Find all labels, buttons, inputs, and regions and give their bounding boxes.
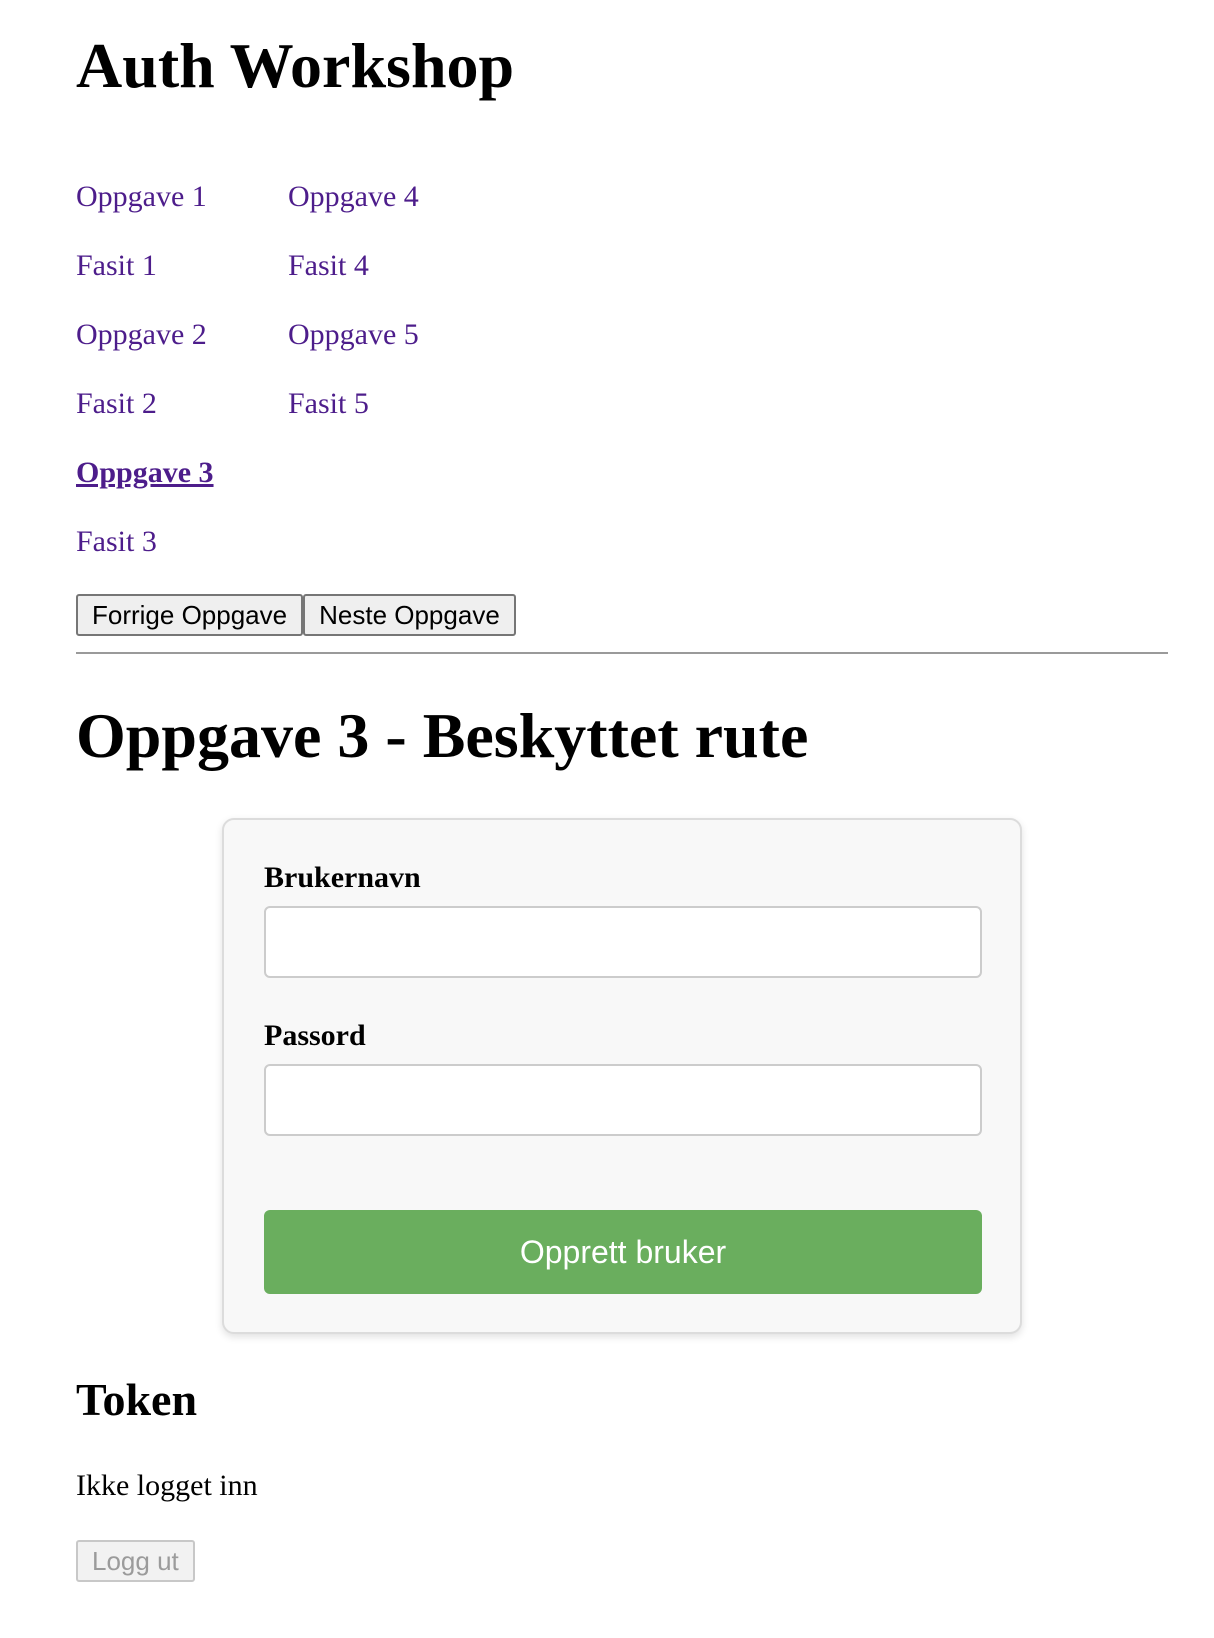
task-navigation: Oppgave 1 Fasit 1 Oppgave 2 Fasit 2 Oppg… [76, 174, 536, 574]
nav-link-oppgave-2[interactable]: Oppgave 2 [76, 312, 214, 381]
task-title: Oppgave 3 - Beskyttet rute [76, 700, 809, 771]
password-label: Passord [264, 1019, 366, 1052]
nav-link-fasit-1[interactable]: Fasit 1 [76, 243, 214, 312]
username-input[interactable] [264, 906, 982, 978]
logout-button[interactable]: Logg ut [76, 1540, 195, 1582]
nav-link-fasit-5[interactable]: Fasit 5 [288, 381, 419, 450]
nav-link-oppgave-4[interactable]: Oppgave 4 [288, 174, 419, 243]
nav-column-2: Oppgave 4 Fasit 4 Oppgave 5 Fasit 5 [288, 174, 419, 450]
nav-link-fasit-4[interactable]: Fasit 4 [288, 243, 419, 312]
next-task-button[interactable]: Neste Oppgave [303, 594, 516, 636]
token-heading: Token [76, 1374, 198, 1425]
nav-link-fasit-3[interactable]: Fasit 3 [76, 519, 214, 588]
token-status-text: Ikke logget inn [76, 1469, 258, 1502]
password-input[interactable] [264, 1064, 982, 1136]
nav-link-oppgave-5[interactable]: Oppgave 5 [288, 312, 419, 381]
create-user-form: Brukernavn Passord Opprett bruker [222, 818, 1022, 1334]
section-divider [76, 652, 1168, 654]
nav-link-oppgave-3[interactable]: Oppgave 3 [76, 450, 214, 519]
username-label: Brukernavn [264, 861, 421, 894]
task-pager: Forrige Oppgave Neste Oppgave [76, 594, 516, 636]
create-user-button[interactable]: Opprett bruker [264, 1210, 982, 1294]
app-title: Auth Workshop [76, 30, 515, 101]
nav-link-fasit-2[interactable]: Fasit 2 [76, 381, 214, 450]
nav-link-oppgave-1[interactable]: Oppgave 1 [76, 174, 214, 243]
previous-task-button[interactable]: Forrige Oppgave [76, 594, 304, 636]
nav-column-1: Oppgave 1 Fasit 1 Oppgave 2 Fasit 2 Oppg… [76, 174, 214, 588]
